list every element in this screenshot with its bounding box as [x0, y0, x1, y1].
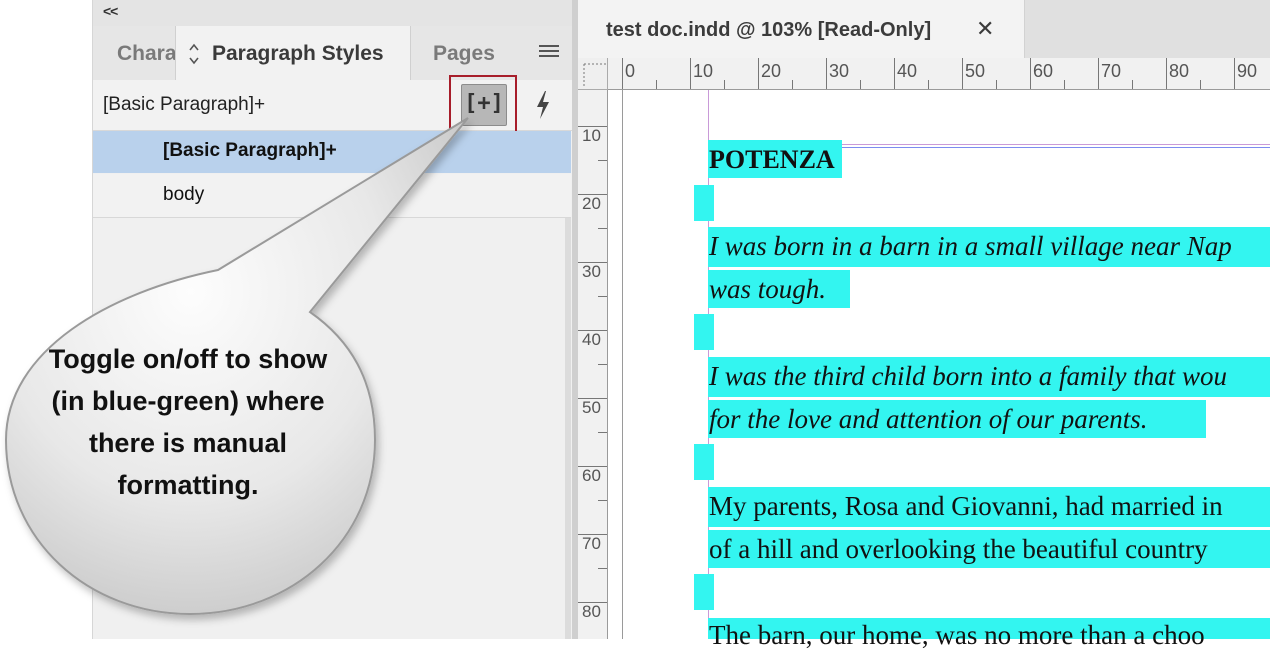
panel-scrollbar[interactable]: [565, 218, 571, 639]
ruler-label: 60: [1033, 61, 1054, 81]
ruler-label: 20: [761, 61, 782, 81]
vertical-ruler-ticks: [578, 126, 607, 603]
tab-paragraph-styles[interactable]: Paragraph Styles: [175, 26, 411, 81]
body-text-line: The barn, our home, was no more than a c…: [709, 620, 1205, 650]
paragraph-styles-panel: << Chara Paragraph Styles Pages [Basic P…: [92, 0, 573, 639]
style-item-basic-paragraph[interactable]: [Basic Paragraph]+: [93, 131, 571, 173]
ruler-label: 30: [582, 262, 601, 281]
panel-title-bar: <<: [93, 0, 573, 27]
document-tab[interactable]: test doc.indd @ 103% [Read-Only] ✕: [578, 0, 1025, 58]
tab-character-styles[interactable]: Chara: [117, 26, 175, 80]
sort-chevron-icon: [188, 26, 200, 81]
ruler-label: 50: [965, 61, 986, 81]
ruler-label: 50: [582, 398, 601, 417]
ruler-label: 60: [582, 466, 601, 485]
document-title: test doc.indd @ 103% [Read-Only]: [606, 19, 932, 41]
ruler-label: 10: [582, 126, 601, 145]
left-margin: [0, 0, 92, 639]
heading-text: POTENZA: [709, 145, 835, 174]
body-text-line: My parents, Rosa and Giovanni, had marri…: [709, 491, 1223, 521]
vertical-ruler[interactable]: 10 20 30 40 50 60 70 80: [578, 90, 608, 639]
body-text-line: was tough.: [709, 274, 827, 304]
override-highlight: [694, 574, 714, 610]
ruler-label: 70: [1101, 61, 1122, 81]
style-item-label: [Basic Paragraph]+: [163, 140, 337, 161]
ruler-label: 70: [582, 534, 601, 553]
panel-menu-icon[interactable]: [539, 45, 559, 59]
override-highlight: [694, 444, 714, 480]
close-icon[interactable]: ✕: [976, 16, 994, 42]
current-style-name: [Basic Paragraph]+: [103, 94, 266, 115]
override-highlight: [694, 185, 714, 221]
lightning-bolt-icon[interactable]: [533, 90, 553, 120]
collapse-panel-button[interactable]: <<: [103, 3, 118, 19]
ruler-origin[interactable]: [578, 58, 608, 90]
ruler-label: 80: [1169, 61, 1190, 81]
style-item-label: body: [163, 184, 205, 205]
style-item-body[interactable]: body: [93, 174, 571, 218]
tab-pages[interactable]: Pages: [433, 26, 495, 80]
panel-tabs: Chara Paragraph Styles Pages: [93, 26, 573, 81]
ruler-label: 80: [582, 602, 601, 621]
ruler-label: 90: [1237, 61, 1258, 81]
body-text-line: for the love and attention of our parent…: [709, 404, 1148, 434]
highlight-annotation-box: [+]: [449, 75, 517, 133]
ruler-label: 30: [829, 61, 850, 81]
document-window: test doc.indd @ 103% [Read-Only] ✕ 0 10 …: [578, 0, 1270, 650]
override-highlight: [694, 314, 714, 350]
body-text-line: I was born in a barn in a small village …: [709, 231, 1232, 261]
ruler-label: 10: [693, 61, 714, 81]
ruler-label: 0: [625, 61, 636, 81]
document-page[interactable]: POTENZA I was born in a barn in a small …: [608, 90, 1270, 650]
ruler-label: 20: [582, 194, 601, 213]
plus-bracket-icon: [+]: [464, 91, 504, 116]
page-edge: [622, 90, 623, 639]
horizontal-ruler[interactable]: 0 10 20 30 40 50 60 70 80 90: [608, 58, 1270, 90]
style-override-highlighter-button[interactable]: [+]: [461, 84, 507, 126]
ruler-label: 40: [582, 330, 601, 349]
current-style-row: [Basic Paragraph]+ [+]: [93, 75, 573, 133]
body-text-line: I was the third child born into a family…: [709, 361, 1227, 391]
tab-paragraph-styles-label: Paragraph Styles: [212, 42, 384, 65]
ruler-label: 40: [897, 61, 918, 81]
body-text-line: of a hill and overlooking the beautiful …: [709, 534, 1208, 564]
